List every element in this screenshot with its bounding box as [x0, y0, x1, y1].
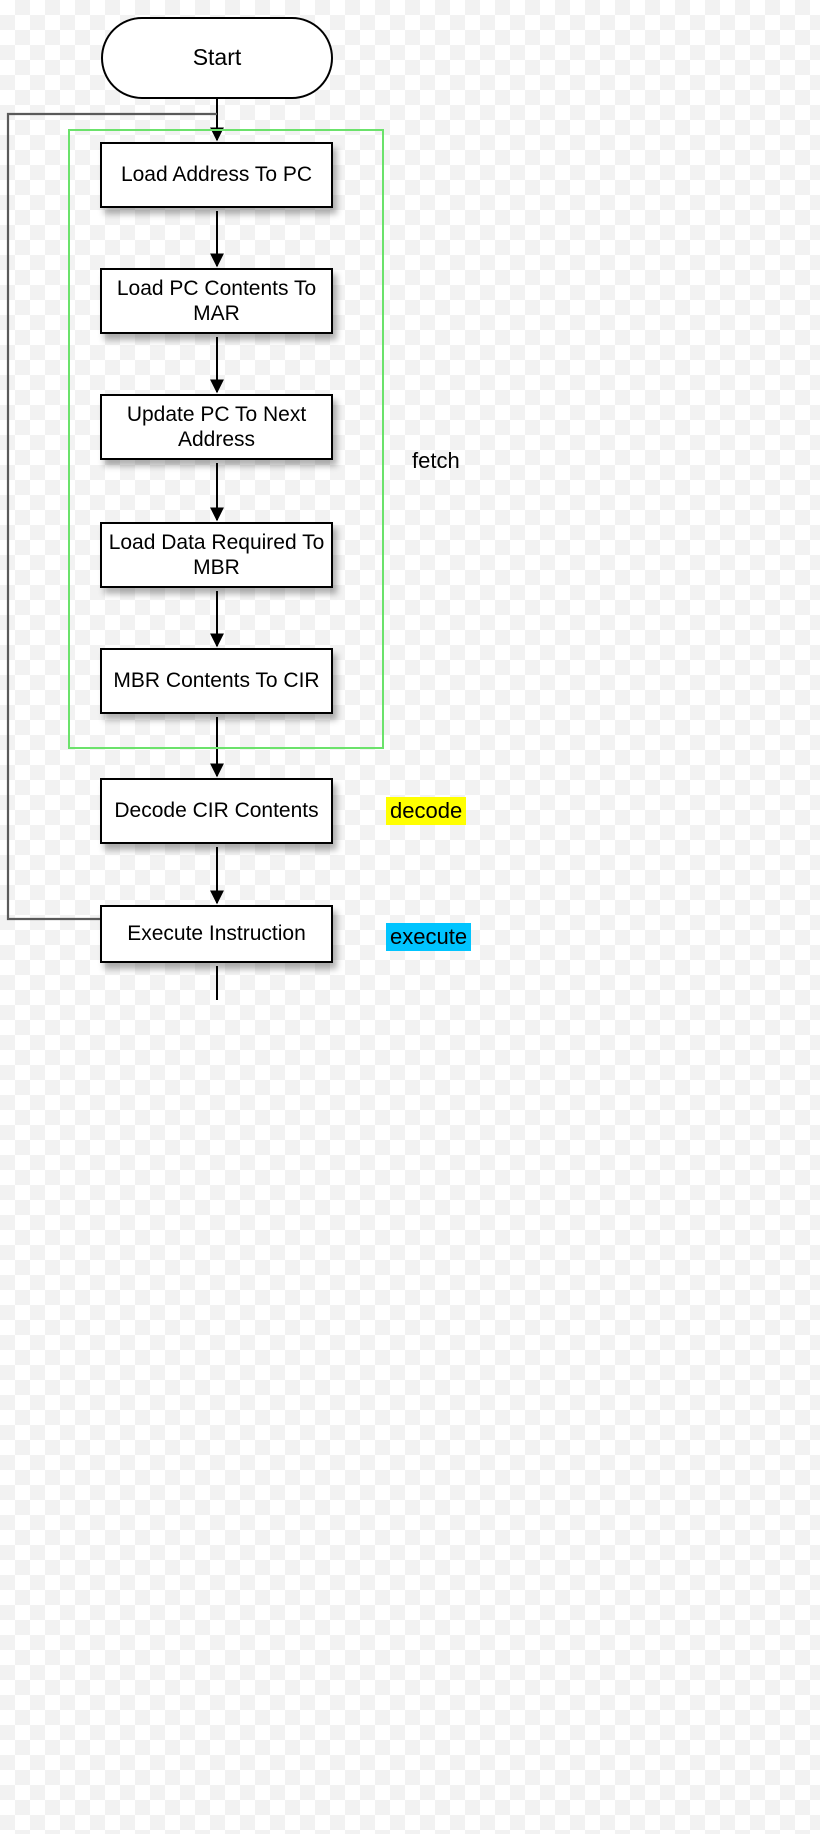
box-load-addr: Load Address To PC: [100, 142, 333, 208]
box-mbr-cir-text: MBR Contents To CIR: [113, 668, 319, 693]
box-execute: Execute Instruction: [100, 905, 333, 963]
box-load-mbr: Load Data Required To MBR: [100, 522, 333, 588]
box-update-pc-text: Update PC To Next Address: [108, 402, 325, 452]
phase-decode-text: decode: [390, 798, 462, 823]
box-load-pc-mar: Load PC Contents To MAR: [100, 268, 333, 334]
phase-execute-text: execute: [390, 924, 467, 949]
start-label: Start: [193, 44, 242, 72]
box-load-addr-text: Load Address To PC: [121, 162, 312, 187]
box-load-mbr-text: Load Data Required To MBR: [108, 530, 325, 580]
phase-fetch-label: fetch: [408, 447, 464, 475]
box-mbr-cir: MBR Contents To CIR: [100, 648, 333, 714]
box-update-pc: Update PC To Next Address: [100, 394, 333, 460]
phase-decode-label: decode: [386, 797, 466, 825]
start-terminal: Start: [101, 17, 333, 99]
phase-execute-label: execute: [386, 923, 471, 951]
box-decode: Decode CIR Contents: [100, 778, 333, 844]
box-decode-text: Decode CIR Contents: [114, 798, 318, 823]
box-execute-text: Execute Instruction: [127, 921, 306, 946]
phase-fetch-text: fetch: [412, 448, 460, 473]
box-load-pc-mar-text: Load PC Contents To MAR: [108, 276, 325, 326]
